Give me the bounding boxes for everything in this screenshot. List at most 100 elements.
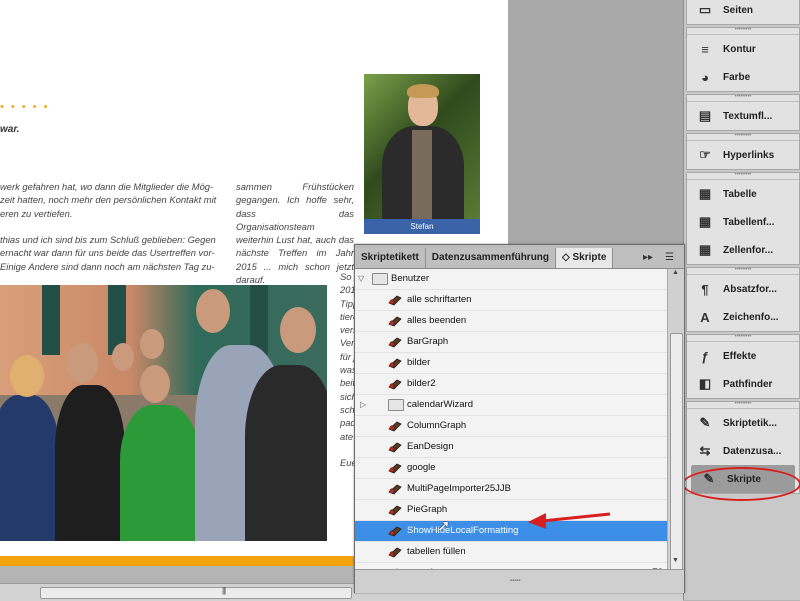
script-icon [388, 504, 404, 516]
group-grip-icon[interactable]: •••••••• [687, 267, 799, 275]
text-line: eren zu vertiefen. [0, 207, 73, 219]
dock-item-label: Absatzfor... [723, 283, 777, 295]
group-photo[interactable] [0, 285, 327, 541]
script-row[interactable]: tabellen füllen [355, 542, 667, 563]
text-column-1[interactable]: werk gefahren hat, wo dann die Mitgliede… [0, 180, 216, 273]
dock-item-text-wrap[interactable]: ▤ Textumfl... [687, 102, 799, 130]
data-merge-icon: ⇆ [699, 443, 711, 458]
row-label: alles beenden [407, 315, 467, 326]
dock-item-palette[interactable]: ◕ Farbe [687, 63, 799, 91]
dock-item-label: Datenzusa... [723, 445, 782, 457]
script-icon [388, 525, 404, 537]
disclosure-open-icon[interactable]: ▽ [358, 269, 364, 289]
scroll-up-icon[interactable]: ▲ [672, 269, 679, 276]
dock-item-cell-styles[interactable]: ▦ Zellenfor... [687, 236, 799, 264]
text-line [0, 220, 216, 233]
effects-icon: ƒ [701, 348, 709, 364]
dock-item-pages[interactable]: ▭ Seiten [687, 0, 799, 24]
dock-item-label: Pathfinder [723, 378, 773, 390]
dock-item-character-styles[interactable]: A Zeichenfo... [687, 303, 799, 331]
dock-item-pathfinder[interactable]: ◧ Pathfinder [687, 370, 799, 398]
folder-icon [372, 273, 388, 285]
script-row[interactable]: ShowHideLocalFormatting [355, 521, 667, 542]
text-line: Einige Andere sind dann noch am nächsten… [0, 260, 215, 272]
text-column-2[interactable]: sammen Frühstücken gegangen. Ich hoffe s… [236, 180, 354, 286]
dock-group: •••••••• ¶ Absatzfor... A Zeichenfo... [686, 267, 800, 332]
dock-item-stroke[interactable]: ≡ Kontur [687, 35, 799, 63]
group-grip-icon[interactable]: •••••••• [687, 94, 799, 102]
dock-item-table[interactable]: ▦ Tabelle [687, 180, 799, 208]
script-row[interactable]: BarGraph [355, 332, 667, 353]
panel-menu-icon[interactable]: ☰ [665, 248, 674, 268]
dock-item-label: Zellenfor... [723, 244, 774, 256]
script-label-icon: ✎ [699, 415, 711, 430]
script-row[interactable]: PieGraph [355, 500, 667, 521]
script-row[interactable]: bilder2 [355, 374, 667, 395]
dock-item-effects[interactable]: ƒ Effekte [687, 342, 799, 370]
pages-icon: ▭ [698, 2, 712, 17]
tab-skriptetikett[interactable]: Skriptetikett [355, 248, 426, 268]
row-label: bilder [407, 357, 431, 368]
dock-item-script-label[interactable]: ✎ Skriptetik... [687, 409, 799, 437]
group-grip-icon[interactable]: •••••••• [687, 334, 799, 342]
scroll-thumb[interactable] [670, 333, 683, 575]
dock-group: •••••••• ƒ Effekte ◧ Pathfinder [686, 334, 800, 399]
dock-item-paragraph-styles[interactable]: ¶ Absatzfor... [687, 275, 799, 303]
script-icon [388, 378, 404, 390]
scroll-thumb[interactable] [40, 587, 352, 599]
dock-group: •••••••• ≡ Kontur ◕ Farbe [686, 27, 800, 92]
panel-tabs: Skriptetikett Datenzusammenführung ◇ Skrip… [355, 248, 684, 269]
vertical-scrollbar[interactable]: ▲ ▼ [667, 269, 684, 575]
scroll-grip-icon: ||| [222, 586, 226, 595]
script-icon [388, 357, 404, 369]
group-grip-icon[interactable]: •••••••• [687, 27, 799, 35]
panel-overflow-icon[interactable]: ▸▸ [643, 248, 653, 268]
table-styles-icon: ▦ [698, 214, 712, 229]
dock-item-data-merge[interactable]: ⇆ Datenzusa... [687, 437, 799, 465]
mouse-cursor-icon: ➚ [437, 518, 451, 535]
row-label: ColumnGraph [407, 420, 467, 431]
script-icon [388, 294, 404, 306]
text-line: zeit hatten, noch mehr den persönlichen … [0, 194, 217, 206]
scroll-down-icon[interactable]: ▼ [672, 557, 679, 564]
row-label: tabellen füllen [407, 546, 466, 557]
row-label: ShowHideLocalFormatting [407, 525, 519, 536]
tab-skripte[interactable]: ◇ Skripte [556, 248, 614, 268]
stroke-icon: ≡ [701, 41, 709, 57]
script-row[interactable]: alles beenden [355, 311, 667, 332]
script-row[interactable]: ColumnGraph [355, 416, 667, 437]
disclosure-closed-icon[interactable]: ▷ [360, 395, 366, 415]
script-row[interactable]: EanDesign [355, 437, 667, 458]
scripts-panel[interactable]: Skriptetikett Datenzusammenführung ◇ Skrip… [354, 244, 685, 593]
resize-grip-icon[interactable]: ▪▪▪▪▪ [510, 578, 521, 584]
dock-item-table-styles[interactable]: ▦ Tabellenf... [687, 208, 799, 236]
group-grip-icon[interactable]: •••••••• [687, 172, 799, 180]
portrait-image[interactable]: Stefan [364, 74, 480, 234]
pathfinder-icon: ◧ [698, 376, 712, 391]
script-icon [388, 315, 404, 327]
dock-item-label: Tabelle [723, 188, 757, 200]
script-row[interactable]: alle schriftarten [355, 290, 667, 311]
rating-stars: • • • • • [0, 101, 50, 113]
tab-datenzusammenfhrung[interactable]: Datenzusammenführung [426, 248, 557, 268]
panel-footer: ▪▪▪▪▪ [355, 569, 684, 593]
folder-row[interactable]: ▽ Benutzer [355, 269, 667, 290]
script-icon [388, 483, 404, 495]
script-row[interactable]: bilder [355, 353, 667, 374]
group-grip-icon[interactable]: •••••••• [687, 133, 799, 141]
folder-icon [388, 399, 404, 411]
character-styles-icon: A [700, 309, 710, 325]
folder-row[interactable]: ▷ calendarWizard [355, 395, 667, 416]
panel-dock: ••••••••▭Seiten••••••••≡Kontur◕Farbe••••… [683, 0, 800, 600]
row-label: Benutzer [391, 273, 430, 284]
dock-item-hyperlink[interactable]: ☞ Hyperlinks [687, 141, 799, 169]
script-row[interactable]: google [355, 458, 667, 479]
dock-item-label: Skriptetik... [723, 417, 777, 429]
text-line: werk gefahren hat, wo dann die Mitgliede… [0, 181, 214, 192]
group-grip-icon[interactable]: •••••••• [687, 401, 799, 409]
row-label: google [407, 462, 436, 473]
script-row[interactable]: MultiPageImporter25JJB [355, 479, 667, 500]
scripts-list[interactable]: ▽ Benutzer alle schriftarten alles beenden B… [355, 269, 667, 569]
dock-group: •••••••• ▤ Textumfl... [686, 94, 800, 131]
dock-group: •••••••• ☞ Hyperlinks [686, 133, 800, 170]
